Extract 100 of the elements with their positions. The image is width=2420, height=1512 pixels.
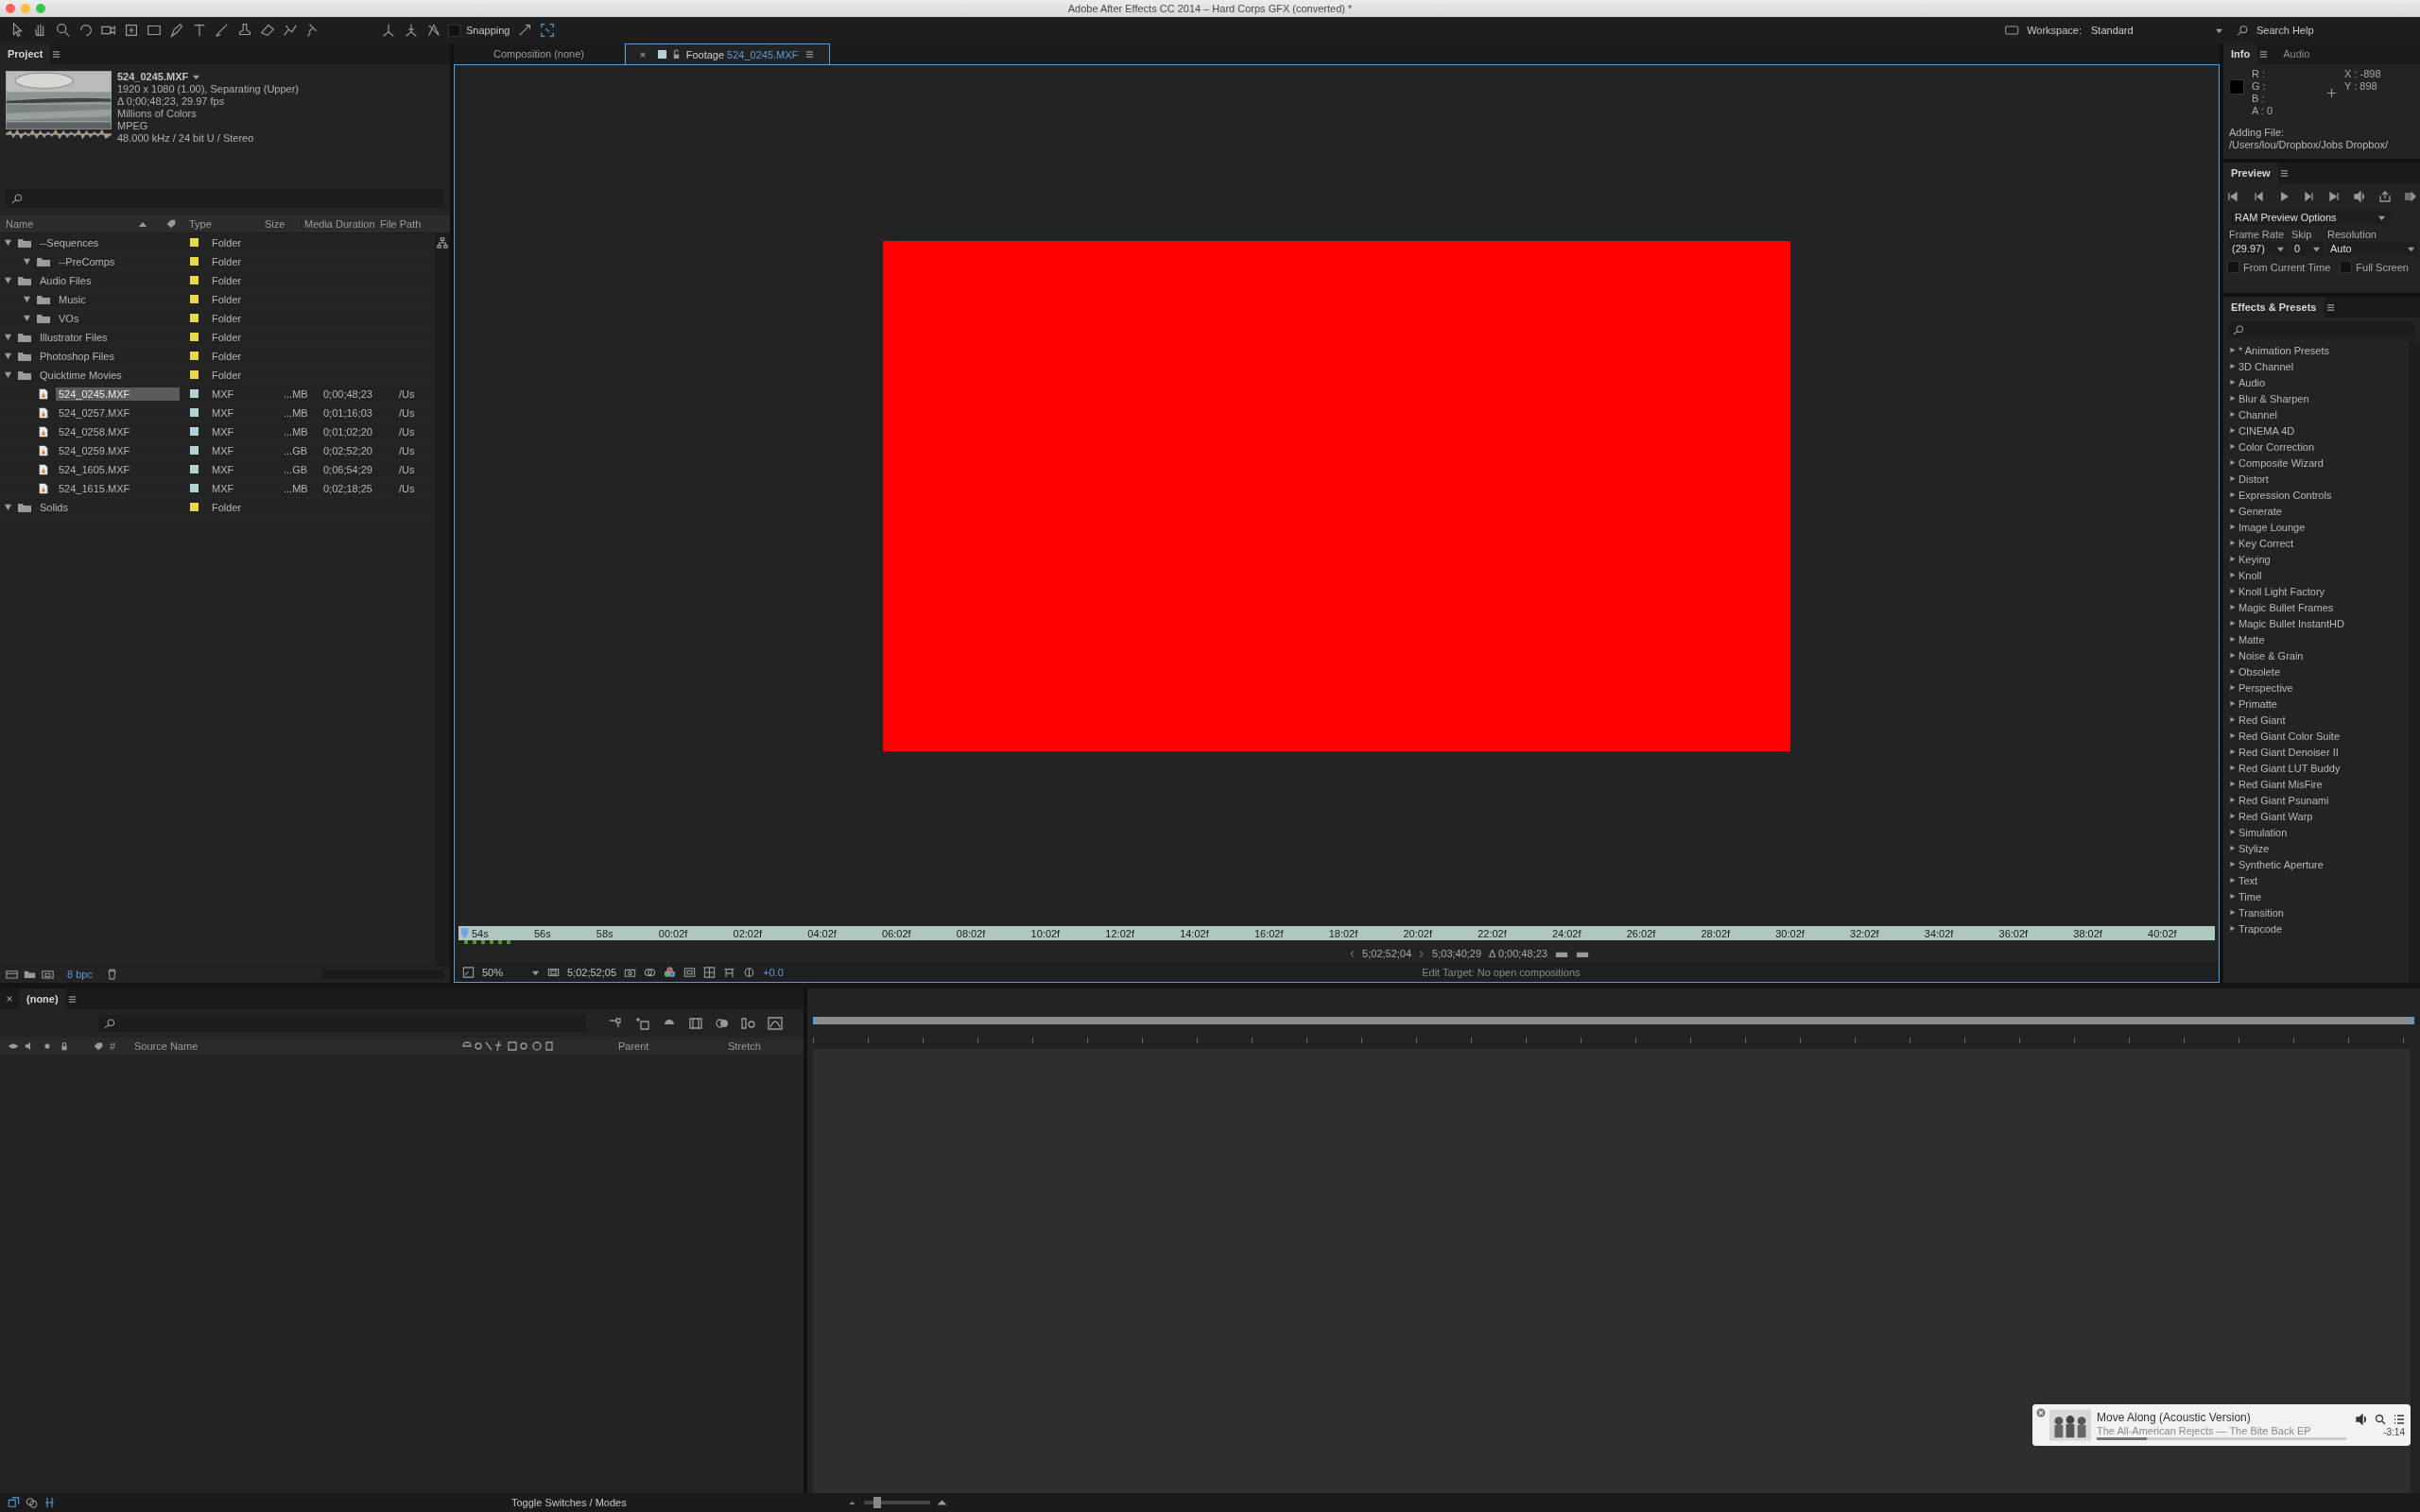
- label-color-swatch[interactable]: [189, 314, 199, 322]
- transparency-grid-icon[interactable]: [703, 967, 717, 978]
- effect-category[interactable]: Red Giant Color Suite: [2223, 728, 2409, 744]
- pen-tool-icon[interactable]: [168, 22, 185, 39]
- brush-icon[interactable]: [214, 22, 231, 39]
- effect-category[interactable]: Color Correction: [2223, 438, 2409, 455]
- channels-icon[interactable]: [664, 967, 677, 978]
- panel-tab[interactable]: Audio: [2275, 43, 2318, 64]
- effect-category[interactable]: 3D Channel: [2223, 358, 2409, 374]
- disclosure-triangle-icon[interactable]: [23, 295, 31, 303]
- ram-preview-icon[interactable]: [2404, 191, 2416, 202]
- trash-icon[interactable]: [105, 969, 118, 980]
- column-header[interactable]: Source Name: [134, 1040, 456, 1052]
- new-composition-icon[interactable]: [42, 969, 54, 980]
- time-ruler[interactable]: 54s 56s 58s 00:02f 02:02f 04:02f 06:02f 08:02f 10:02f 12:02f 14:02f 16:02f 18:02f 20:02f 22:02f 24:02f 26:02f 28:02f 30:02f 32:02f 34:02f 36:02f 38:02f 40:02f: [458, 926, 2215, 940]
- preview-dropdown[interactable]: (29.97): [2229, 242, 2288, 255]
- effect-category[interactable]: Magic Bullet Frames: [2223, 599, 2409, 615]
- label-color-swatch[interactable]: [189, 465, 199, 473]
- column-header[interactable]: Size: [261, 218, 301, 230]
- current-time[interactable]: 5;02;52;05: [567, 967, 617, 978]
- label-color-swatch[interactable]: [189, 427, 199, 436]
- close-icon[interactable]: [638, 50, 647, 59]
- effect-category[interactable]: Obsolete: [2223, 663, 2409, 679]
- rotate-tool-icon[interactable]: [78, 22, 95, 39]
- disclosure-triangle-icon[interactable]: [4, 503, 12, 511]
- search-icon[interactable]: [2375, 1413, 2386, 1425]
- lock-icon[interactable]: [59, 1041, 70, 1051]
- disclosure-triangle-icon[interactable]: [4, 276, 12, 284]
- eraser-icon[interactable]: [259, 22, 276, 39]
- effect-category[interactable]: Red Giant Psunami: [2223, 792, 2409, 808]
- disclosure-triangle-icon[interactable]: [4, 352, 12, 360]
- effect-category[interactable]: Keying: [2223, 551, 2409, 567]
- effect-category[interactable]: Knoll: [2223, 567, 2409, 583]
- effect-category[interactable]: Noise & Grain: [2223, 647, 2409, 663]
- effect-category[interactable]: Distort: [2223, 471, 2409, 487]
- effect-category[interactable]: Simulation: [2223, 824, 2409, 840]
- graph-editor-icon[interactable]: [768, 1017, 783, 1030]
- effect-category[interactable]: Time: [2223, 888, 2409, 904]
- project-item[interactable]: Music Folder: [0, 290, 435, 309]
- frame-blending-icon[interactable]: [688, 1017, 703, 1030]
- first-frame-icon[interactable]: [2227, 191, 2238, 202]
- project-item[interactable]: VOs Folder: [0, 309, 435, 328]
- effect-category[interactable]: Red Giant LUT Buddy: [2223, 760, 2409, 776]
- project-item[interactable]: Audio Files Folder: [0, 271, 435, 290]
- in-out-panel-icon[interactable]: [43, 1497, 56, 1508]
- next-frame-icon[interactable]: [2303, 191, 2315, 202]
- preview-dropdown[interactable]: Auto: [2327, 242, 2418, 255]
- magnification-dropdown[interactable]: 50%: [482, 965, 541, 980]
- effect-category[interactable]: Blur & Sharpen: [2223, 390, 2409, 406]
- effect-category[interactable]: Red Giant Warp: [2223, 808, 2409, 824]
- timeline-search-field[interactable]: [98, 1015, 586, 1032]
- column-header[interactable]: Media Duration: [301, 218, 376, 230]
- viewer-tab[interactable]: Footage 524_0245.MXF: [625, 43, 830, 64]
- effect-category[interactable]: CINEMA 4D: [2223, 422, 2409, 438]
- column-header[interactable]: Parent: [618, 1040, 722, 1052]
- eye-icon[interactable]: [8, 1041, 19, 1051]
- effect-category[interactable]: * Animation Presets: [2223, 342, 2409, 358]
- magnifier-view-icon[interactable]: [462, 967, 475, 978]
- label-color-swatch[interactable]: [189, 408, 199, 417]
- effect-category[interactable]: Synthetic Aperture: [2223, 856, 2409, 872]
- effect-category[interactable]: Generate: [2223, 503, 2409, 519]
- effect-category[interactable]: Matte: [2223, 631, 2409, 647]
- loop-icon[interactable]: [2379, 191, 2392, 202]
- column-header[interactable]: Type: [185, 218, 261, 230]
- project-item[interactable]: 524_0258.MXF MXF ...MB 0;01;02;20 /Us: [0, 422, 435, 441]
- transfer-controls-icon[interactable]: [26, 1497, 38, 1508]
- project-item[interactable]: --Sequences Folder: [0, 233, 435, 252]
- workspace-dropdown[interactable]: Standard: [2087, 25, 2227, 36]
- label-color-swatch[interactable]: [189, 333, 199, 341]
- safe-margins-icon[interactable]: [547, 967, 561, 978]
- effect-category[interactable]: Image Lounge: [2223, 519, 2409, 535]
- snapping-checkbox[interactable]: [448, 24, 460, 37]
- preview-dropdown[interactable]: 0: [2291, 242, 2324, 255]
- list-icon[interactable]: [2394, 1413, 2405, 1425]
- effect-category[interactable]: Expression Controls: [2223, 487, 2409, 503]
- label-color-swatch[interactable]: [189, 370, 199, 379]
- project-search-field[interactable]: [6, 189, 444, 208]
- effect-category[interactable]: Perspective: [2223, 679, 2409, 696]
- column-header[interactable]: Name: [0, 218, 163, 230]
- label-color-swatch[interactable]: [189, 238, 199, 247]
- volume-icon[interactable]: [2356, 1413, 2367, 1425]
- out-point-icon[interactable]: [1419, 949, 1426, 958]
- exposure-icon[interactable]: [743, 967, 756, 978]
- pan-behind-icon[interactable]: [123, 22, 140, 39]
- effect-category[interactable]: Composite Wizard: [2223, 455, 2409, 471]
- label-color-swatch[interactable]: [189, 446, 199, 455]
- effect-category[interactable]: Magic Bullet InstantHD: [2223, 615, 2409, 631]
- effects-search-field[interactable]: [2229, 321, 2414, 338]
- flowchart-icon[interactable]: [437, 237, 448, 249]
- panel-menu-icon[interactable]: [2259, 49, 2269, 59]
- label-color-swatch[interactable]: [189, 484, 199, 492]
- project-item[interactable]: 524_0245.MXF MXF ...MB 0;00;48;23 /Us: [0, 385, 435, 404]
- scrollbar[interactable]: [435, 233, 450, 965]
- search-help-field[interactable]: Search Help: [2255, 24, 2400, 37]
- interpret-footage-icon[interactable]: [6, 969, 18, 980]
- project-item[interactable]: Photoshop Files Folder: [0, 347, 435, 366]
- column-header[interactable]: #: [110, 1040, 129, 1052]
- label-color-swatch[interactable]: [189, 257, 199, 266]
- zoom-icon[interactable]: [55, 22, 72, 39]
- close-icon[interactable]: [6, 995, 13, 1003]
